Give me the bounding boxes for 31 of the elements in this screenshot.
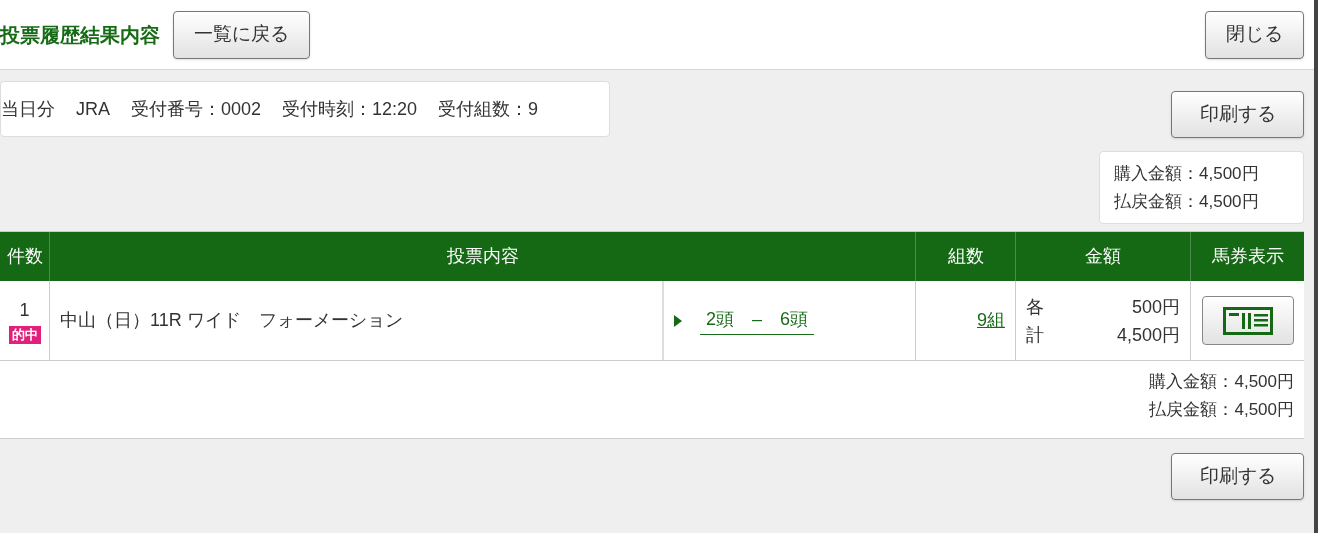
amount-value: 500円 xyxy=(1131,295,1180,319)
column-header: 馬券表示 xyxy=(1210,245,1285,268)
ticket-button[interactable] xyxy=(1201,296,1294,345)
page-title: 投票履歴結果内容 xyxy=(0,22,160,48)
summary-text: 購入金額：4,500円 xyxy=(1114,163,1260,185)
info-text: 当日分 xyxy=(1,97,55,121)
info-text: 受付番号：0002 xyxy=(131,97,262,121)
table-cell-text: 中山（日）11R ワイド フォーメーション xyxy=(60,309,403,332)
close-button[interactable]: 閉じる xyxy=(1205,10,1304,59)
amount-value: 4,500円 xyxy=(1116,323,1180,347)
back-button[interactable]: 一覧に戻る xyxy=(173,10,310,59)
amount-label: 計 xyxy=(1026,323,1044,347)
hit-badge: 的中 xyxy=(8,326,41,344)
summary-text: 払戻金額：4,500円 xyxy=(1114,190,1260,213)
column-header: 件数 xyxy=(0,232,50,281)
ticket-icon xyxy=(1222,306,1273,335)
info-text: 受付時刻：12:20 xyxy=(282,97,418,121)
info-text: JRA xyxy=(76,97,110,121)
column-header: 投票内容 xyxy=(50,232,916,281)
selection-link[interactable]: 2頭 – 6頭 xyxy=(700,306,815,335)
column-header: 金額 xyxy=(1016,232,1191,281)
print-button[interactable]: 印刷する xyxy=(1171,91,1304,138)
summary-text: 払戻金額：4,500円 xyxy=(1149,398,1294,421)
column-header: 組数 xyxy=(916,232,1016,281)
triangle-icon xyxy=(674,314,682,327)
info-text: 受付組数：9 xyxy=(438,97,539,121)
combos-link[interactable]: 9組 xyxy=(977,307,1005,334)
print-button[interactable]: 印刷する xyxy=(1171,453,1304,500)
summary-text: 購入金額：4,500円 xyxy=(1149,371,1294,393)
amount-label: 各 xyxy=(1026,295,1044,319)
table-cell-text: 1 xyxy=(19,299,30,322)
